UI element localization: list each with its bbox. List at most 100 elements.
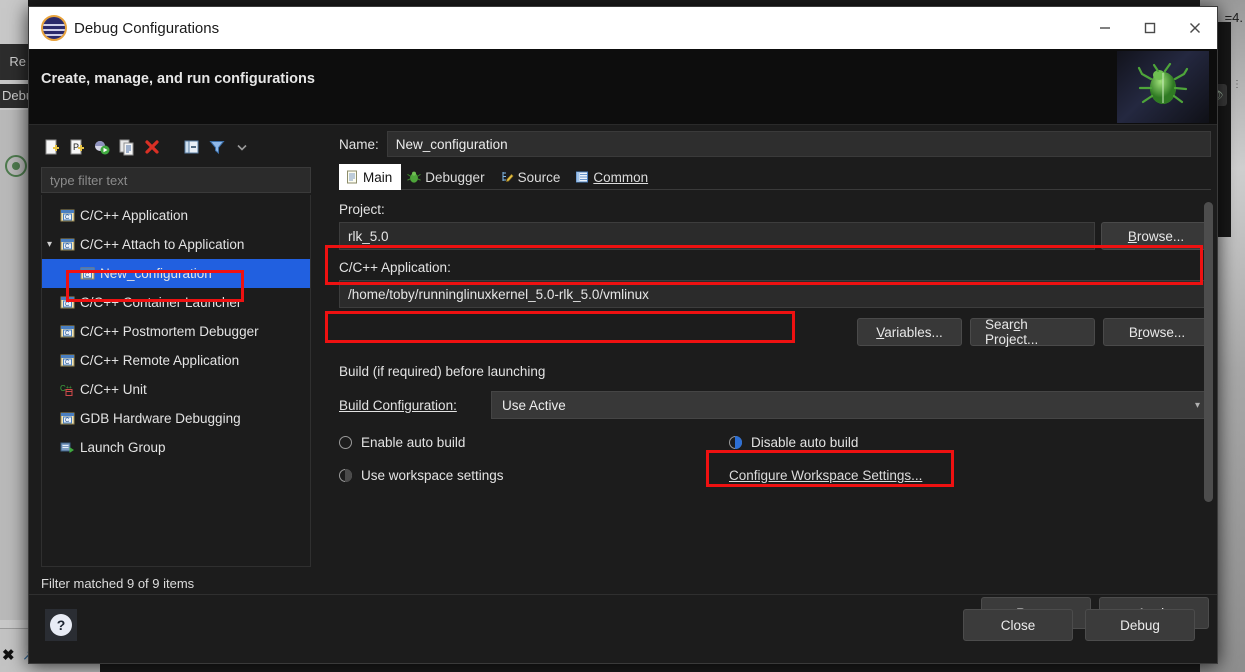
search-project-button[interactable]: Search Project... bbox=[970, 317, 1095, 347]
project-input[interactable]: rlk_5.0 bbox=[339, 222, 1095, 250]
collapse-all-icon[interactable] bbox=[181, 136, 203, 158]
build-configuration-label: Build Configuration: bbox=[339, 397, 457, 413]
filter-icon[interactable] bbox=[206, 136, 228, 158]
scrollbar-thumb[interactable] bbox=[1204, 202, 1213, 502]
variables-button[interactable]: Variables... bbox=[857, 318, 962, 346]
configuration-editor-pane: Name: New_configuration Main Debugger So… bbox=[339, 131, 1213, 639]
delete-icon[interactable] bbox=[141, 136, 163, 158]
eclipse-logo-icon bbox=[41, 15, 67, 41]
c-app-icon: C bbox=[80, 266, 95, 281]
document-icon bbox=[345, 170, 359, 184]
tree-item-c-cpp-unit[interactable]: C ++ C/C++ Unit bbox=[42, 375, 310, 404]
tree-item-label: New_configuration bbox=[100, 266, 212, 281]
name-row: Name: New_configuration bbox=[339, 131, 1211, 157]
close-label: Close bbox=[1000, 617, 1036, 633]
tree-item-label: Launch Group bbox=[80, 440, 166, 455]
debug-label: Debug bbox=[1120, 617, 1160, 633]
banner-title: Create, manage, and run configurations bbox=[41, 71, 315, 87]
help-icon: ? bbox=[50, 614, 72, 636]
c-app-icon: C bbox=[60, 237, 75, 252]
tree-item-new-configuration[interactable]: C New_configuration bbox=[42, 259, 310, 288]
application-input[interactable]: /home/toby/runninglinuxkernel_5.0-rlk_5.… bbox=[339, 280, 1211, 308]
disable-auto-build-option[interactable]: Disable auto build bbox=[729, 432, 858, 452]
tree-item-c-cpp-attach-to-application[interactable]: ▾ C C/C++ Attach to Application bbox=[42, 230, 310, 259]
name-label: Name: bbox=[339, 136, 379, 152]
tree-item-label: C/C++ Container Launcher bbox=[80, 295, 242, 310]
dialog-body: P type filter text C C/C++ Application ▾… bbox=[29, 125, 1217, 645]
main-tab-scroll-area: Project: rlk_5.0 Browse... C/C++ Applica… bbox=[339, 202, 1213, 502]
name-value: New_configuration bbox=[395, 136, 508, 152]
chevron-down-icon: ▾ bbox=[1194, 399, 1200, 411]
filter-status-label: Filter matched 9 of 9 items bbox=[41, 576, 195, 591]
tree-item-c-cpp-remote-application[interactable]: C C/C++ Remote Application bbox=[42, 346, 310, 375]
debug-button[interactable]: Debug bbox=[1085, 609, 1195, 641]
build-configuration-select[interactable]: Use Active ▾ bbox=[491, 391, 1211, 419]
tree-toolbar: P bbox=[41, 133, 311, 161]
duplicate-icon[interactable] bbox=[116, 136, 138, 158]
bg-view-icon bbox=[5, 155, 27, 177]
chevron-down-icon[interactable] bbox=[231, 136, 253, 158]
green-bug-debug-icon bbox=[1117, 51, 1209, 123]
help-label: ? bbox=[56, 617, 66, 633]
tree-item-c-cpp-application[interactable]: C C/C++ Application bbox=[42, 201, 310, 230]
use-workspace-settings-option[interactable]: Use workspace settings bbox=[339, 465, 729, 485]
c-app-icon: C bbox=[60, 295, 75, 310]
project-browse-button[interactable]: Browse... bbox=[1101, 222, 1211, 250]
enable-auto-build-option[interactable]: Enable auto build bbox=[339, 432, 729, 452]
chevron-down-icon[interactable]: ▾ bbox=[47, 239, 52, 250]
debug-configurations-dialog: Debug Configurations Create, manage, and… bbox=[28, 6, 1218, 664]
tree-item-label: C/C++ Application bbox=[80, 208, 189, 223]
cpp-unit-icon: C ++ bbox=[60, 382, 75, 397]
common-table-icon bbox=[575, 170, 589, 184]
c-app-icon: C bbox=[60, 208, 75, 223]
tab-label: Common bbox=[593, 169, 649, 185]
minimize-button[interactable] bbox=[1082, 7, 1127, 49]
c-app-icon: C bbox=[60, 353, 75, 368]
close-dialog-button[interactable]: Close bbox=[963, 609, 1073, 641]
new-launch-configuration-icon[interactable] bbox=[41, 136, 63, 158]
tree-item-gdb-hardware-debugging[interactable]: C GDB Hardware Debugging bbox=[42, 404, 310, 433]
svg-text:C: C bbox=[65, 302, 70, 308]
svg-text:C: C bbox=[65, 331, 70, 337]
tree-item-label: C/C++ Postmortem Debugger bbox=[80, 324, 259, 339]
disable-auto-build-label: Disable auto build bbox=[751, 434, 859, 450]
tab-source[interactable]: Source bbox=[494, 164, 570, 190]
tree-item-label: GDB Hardware Debugging bbox=[80, 411, 241, 426]
tab-label: Main bbox=[363, 169, 393, 185]
configure-workspace-settings-link[interactable]: Configure Workspace Settings... bbox=[729, 465, 922, 485]
configurations-tree-pane: P type filter text C C/C++ Application ▾… bbox=[41, 133, 311, 591]
source-pencil-icon bbox=[500, 170, 514, 184]
application-browse-button[interactable]: Browse... bbox=[1103, 318, 1211, 346]
bg-ide-tab-2: Debu bbox=[0, 84, 28, 108]
tab-debugger[interactable]: Debugger bbox=[401, 164, 493, 190]
workspace-settings-row: Use workspace settings Configure Workspa… bbox=[339, 452, 1211, 485]
name-input[interactable]: New_configuration bbox=[386, 131, 1211, 157]
tree-item-launch-group[interactable]: Launch Group bbox=[42, 433, 310, 462]
bug-icon bbox=[407, 170, 421, 184]
footer-buttons: Close Debug bbox=[963, 609, 1195, 641]
new-prototype-icon[interactable]: P bbox=[66, 136, 88, 158]
filter-placeholder: type filter text bbox=[50, 172, 128, 188]
main-tab-scrollbar[interactable] bbox=[1204, 202, 1213, 502]
filter-input[interactable]: type filter text bbox=[41, 167, 311, 193]
dialog-banner: Create, manage, and run configurations bbox=[29, 49, 1217, 125]
radio-icon bbox=[729, 435, 742, 449]
tree-item-c-cpp-postmortem-debugger[interactable]: C C/C++ Postmortem Debugger bbox=[42, 317, 310, 346]
bg-ide-tab-1: Re bbox=[0, 44, 28, 80]
dialog-title: Debug Configurations bbox=[74, 19, 220, 37]
launch-group-icon bbox=[60, 440, 75, 455]
help-button[interactable]: ? bbox=[45, 609, 77, 641]
tab-main[interactable]: Main bbox=[339, 164, 402, 190]
close-button[interactable] bbox=[1172, 7, 1217, 49]
application-label: C/C++ Application: bbox=[339, 260, 451, 275]
export-icon[interactable] bbox=[91, 136, 113, 158]
configurations-tree[interactable]: C C/C++ Application ▾ C C/C++ Attach to … bbox=[41, 195, 311, 567]
tree-item-c-cpp-container-launcher[interactable]: C C/C++ Container Launcher bbox=[42, 288, 310, 317]
maximize-button[interactable] bbox=[1127, 7, 1172, 49]
svg-text:C: C bbox=[65, 360, 70, 366]
enable-auto-build-label: Enable auto build bbox=[361, 434, 466, 450]
tree-item-label: C/C++ Attach to Application bbox=[80, 237, 245, 252]
tab-common[interactable]: Common bbox=[569, 164, 657, 190]
auto-build-row: Enable auto build Disable auto build bbox=[339, 427, 1211, 452]
application-buttons-row: Variables... Search Project... Browse... bbox=[339, 317, 1211, 347]
